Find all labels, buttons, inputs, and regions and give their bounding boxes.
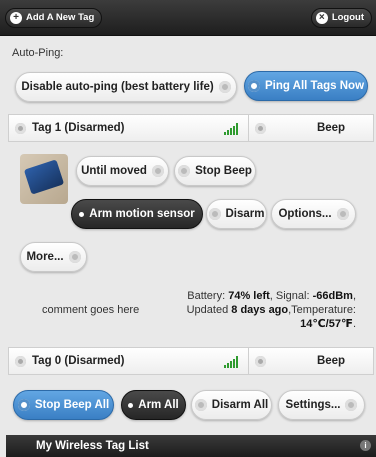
disable-autoping-button[interactable]: Disable auto-ping (best battery life) bbox=[15, 72, 237, 102]
more-button[interactable]: More... bbox=[20, 242, 87, 272]
tag-status: Battery: 74% left, Signal: -66dBm, Updat… bbox=[186, 290, 356, 330]
tag-0-name: Tag 0 (Disarmed) bbox=[32, 355, 125, 367]
tag-1-photo bbox=[20, 154, 68, 204]
footer-bar: My Wireless Tag List i bbox=[6, 435, 376, 457]
arm-motion-label: Arm motion sensor bbox=[89, 208, 195, 220]
more-label: More... bbox=[26, 251, 64, 263]
stop-beep-all-label: Stop Beep All bbox=[34, 399, 110, 411]
radio-icon bbox=[194, 399, 207, 411]
plus-icon: + bbox=[10, 12, 22, 24]
add-tag-button[interactable]: + Add A New Tag bbox=[5, 8, 103, 28]
radio-icon bbox=[247, 80, 260, 92]
radio-icon bbox=[336, 208, 349, 220]
disarm-all-label: Disarm All bbox=[211, 399, 269, 411]
beep-label: Beep bbox=[316, 355, 346, 367]
tag-0-title-area[interactable]: Tag 0 (Disarmed) bbox=[9, 348, 249, 374]
radio-icon bbox=[68, 251, 81, 263]
beep-icon bbox=[255, 355, 266, 367]
logout-label: Logout bbox=[331, 12, 364, 23]
disarm-label: Disarm bbox=[225, 208, 265, 220]
disarm-all-button[interactable]: Disarm All bbox=[191, 390, 272, 420]
battery-value: 74% left bbox=[228, 290, 270, 302]
beep-label: Beep bbox=[316, 122, 346, 134]
tag-1-title-area[interactable]: Tag 1 (Disarmed) bbox=[9, 115, 249, 141]
tag-1-header: Tag 1 (Disarmed) Beep bbox=[8, 114, 374, 142]
signal-value: -66dBm bbox=[312, 290, 353, 302]
temperature-value: 14℃/57℉ bbox=[300, 318, 353, 330]
ping-all-tags-button[interactable]: Ping All Tags Now bbox=[244, 71, 368, 101]
expand-icon bbox=[15, 355, 26, 367]
logout-button[interactable]: × Logout bbox=[310, 8, 372, 28]
settings-label: Settings... bbox=[285, 399, 341, 411]
until-moved-label: Until moved bbox=[81, 165, 147, 177]
autoping-label: Auto-Ping: bbox=[12, 47, 64, 59]
arm-all-label: Arm All bbox=[138, 399, 179, 411]
tag-0-header: Tag 0 (Disarmed) Beep bbox=[8, 347, 374, 375]
tag-1-beep-button[interactable]: Beep bbox=[249, 115, 373, 141]
footer-title: My Wireless Tag List bbox=[36, 440, 149, 452]
tag-comment: comment goes here bbox=[42, 304, 140, 316]
close-icon: × bbox=[315, 12, 328, 24]
until-moved-button[interactable]: Until moved bbox=[76, 156, 169, 186]
beep-icon bbox=[255, 122, 266, 134]
info-icon[interactable]: i bbox=[360, 440, 371, 451]
add-tag-label: Add A New Tag bbox=[26, 12, 95, 23]
radio-icon bbox=[218, 81, 231, 93]
signal-strength-icon bbox=[224, 356, 238, 368]
options-label: Options... bbox=[278, 208, 332, 220]
stop-beep-button[interactable]: Stop Beep bbox=[174, 156, 256, 186]
expand-icon bbox=[15, 122, 26, 134]
updated-value: 8 days ago bbox=[231, 304, 289, 316]
stop-beep-all-button[interactable]: Stop Beep All bbox=[13, 390, 114, 420]
settings-button[interactable]: Settings... bbox=[278, 390, 365, 420]
tag-0-beep-button[interactable]: Beep bbox=[249, 348, 373, 374]
top-toolbar: + Add A New Tag × Logout bbox=[0, 0, 376, 36]
arm-motion-sensor-button[interactable]: Arm motion sensor bbox=[71, 199, 203, 229]
radio-icon bbox=[151, 165, 164, 177]
options-button[interactable]: Options... bbox=[271, 199, 356, 229]
arm-all-button[interactable]: Arm All bbox=[121, 390, 186, 420]
radio-icon bbox=[208, 208, 221, 220]
bullet-icon bbox=[128, 402, 134, 408]
stop-beep-label: Stop Beep bbox=[195, 165, 252, 177]
signal-strength-icon bbox=[224, 123, 238, 135]
disarm-button[interactable]: Disarm bbox=[206, 199, 267, 229]
tag-1-name: Tag 1 (Disarmed) bbox=[32, 122, 125, 134]
bullet-icon bbox=[79, 211, 85, 217]
radio-icon bbox=[345, 399, 358, 411]
radio-icon bbox=[178, 165, 191, 177]
disable-autoping-label: Disable auto-ping (best battery life) bbox=[21, 81, 214, 93]
ping-all-label: Ping All Tags Now bbox=[264, 80, 365, 92]
close-icon bbox=[17, 399, 30, 411]
